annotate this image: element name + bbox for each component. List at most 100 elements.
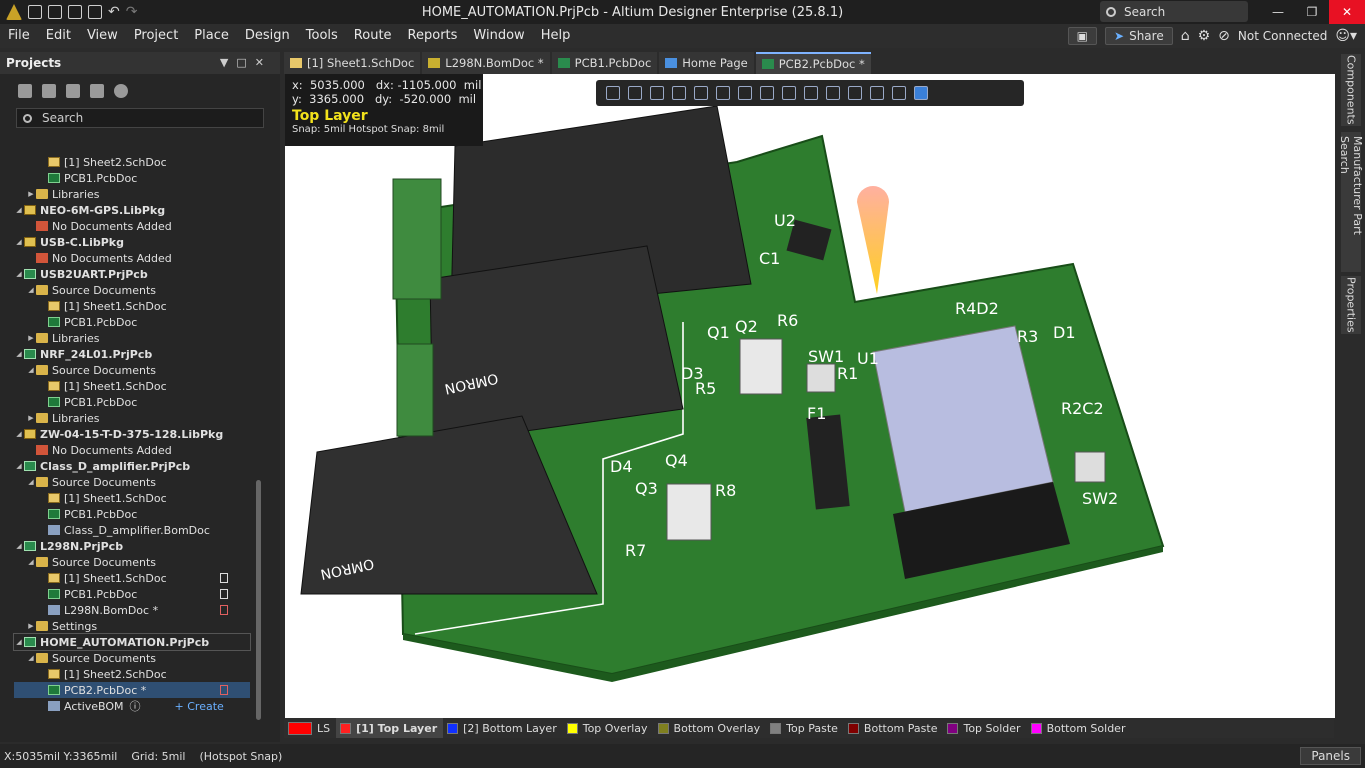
expand-arrow-icon[interactable]: ◢ bbox=[14, 350, 24, 358]
tree-item[interactable]: ◢ Source Documents bbox=[14, 282, 250, 298]
component-icon[interactable] bbox=[716, 86, 730, 100]
collapse-arrow-icon[interactable]: ▶ bbox=[26, 414, 36, 422]
expand-arrow-icon[interactable]: ◢ bbox=[14, 206, 24, 214]
pcb-3d-canvas[interactable]: x: 5035.000 dx: -1105.000 mil y: 3365.00… bbox=[285, 74, 1335, 718]
new-document-icon[interactable] bbox=[42, 84, 56, 98]
tree-item[interactable]: ▶ Libraries bbox=[14, 186, 250, 202]
settings-gear-icon[interactable] bbox=[114, 84, 128, 98]
menu-file[interactable]: File bbox=[0, 24, 38, 48]
tree-item[interactable]: No Documents Added bbox=[14, 250, 250, 266]
add-comment-button[interactable]: ▣ bbox=[1067, 27, 1098, 45]
global-search-input[interactable]: Search bbox=[1100, 1, 1248, 22]
tree-item[interactable]: PCB1.PcbDoc bbox=[14, 506, 250, 522]
collapse-arrow-icon[interactable]: ▶ bbox=[26, 622, 36, 630]
layer-tab[interactable]: [1] Top Layer bbox=[336, 718, 444, 738]
connection-status[interactable]: Not Connected bbox=[1238, 29, 1327, 43]
tree-item[interactable]: ◢ Class_D_amplifier.PrjPcb bbox=[14, 458, 250, 474]
expand-arrow-icon[interactable]: ◢ bbox=[14, 270, 24, 278]
menu-place[interactable]: Place bbox=[186, 24, 237, 48]
expand-arrow-icon[interactable]: ◢ bbox=[14, 430, 24, 438]
tree-item[interactable]: [1] Sheet1.SchDoc bbox=[14, 378, 250, 394]
layer-tab[interactable]: Bottom Paste bbox=[844, 718, 944, 738]
layer-tab[interactable]: Bottom Overlay bbox=[654, 718, 767, 738]
project-options-icon[interactable] bbox=[90, 84, 104, 98]
expand-arrow-icon[interactable]: ◢ bbox=[14, 238, 24, 246]
text-icon[interactable] bbox=[870, 86, 884, 100]
align-icon[interactable] bbox=[694, 86, 708, 100]
collapse-arrow-icon[interactable]: ▶ bbox=[26, 190, 36, 198]
menu-design[interactable]: Design bbox=[237, 24, 298, 48]
select-rectangle-icon[interactable] bbox=[672, 86, 686, 100]
layer-tab[interactable]: Bottom Solder bbox=[1027, 718, 1132, 738]
polygon-icon[interactable] bbox=[804, 86, 818, 100]
document-tab[interactable]: Home Page bbox=[659, 52, 754, 74]
layer-tab[interactable]: Top Paste bbox=[766, 718, 844, 738]
magnet-icon[interactable] bbox=[628, 86, 642, 100]
menu-edit[interactable]: Edit bbox=[38, 24, 79, 48]
document-tab[interactable]: [1] Sheet1.SchDoc bbox=[284, 52, 421, 74]
layer-tab[interactable]: LS bbox=[284, 718, 336, 738]
tree-item[interactable]: ◢ L298N.PrjPcb bbox=[14, 538, 250, 554]
expand-arrow-icon[interactable]: ◢ bbox=[26, 286, 36, 294]
scrollbar-thumb[interactable] bbox=[256, 480, 261, 720]
tree-item[interactable]: [1] Sheet1.SchDoc bbox=[14, 298, 250, 314]
save-project-icon[interactable] bbox=[18, 84, 32, 98]
tree-item[interactable]: ◢ Source Documents bbox=[14, 474, 250, 490]
close-button[interactable]: ✕ bbox=[1329, 0, 1365, 24]
tree-item[interactable]: ◢ Source Documents bbox=[14, 362, 250, 378]
tree-item[interactable]: L298N.BomDoc * bbox=[14, 602, 250, 618]
tree-item[interactable]: [1] Sheet2.SchDoc bbox=[14, 154, 250, 170]
tree-item[interactable]: ◢ NRF_24L01.PrjPcb bbox=[14, 346, 250, 362]
tree-item[interactable]: ◢ Source Documents bbox=[14, 554, 250, 570]
restore-button[interactable]: ❐ bbox=[1295, 0, 1329, 24]
panels-button[interactable]: Panels bbox=[1300, 747, 1361, 765]
menu-reports[interactable]: Reports bbox=[400, 24, 466, 48]
crosshair-icon[interactable] bbox=[650, 86, 664, 100]
region-icon[interactable] bbox=[826, 86, 840, 100]
layer-tab[interactable]: [2] Bottom Layer bbox=[443, 718, 563, 738]
share-button[interactable]: ➤ Share bbox=[1105, 27, 1173, 45]
line-icon[interactable] bbox=[892, 86, 906, 100]
menu-route[interactable]: Route bbox=[346, 24, 400, 48]
user-account-icon[interactable]: ☺▾ bbox=[1335, 28, 1357, 44]
via-icon[interactable] bbox=[782, 86, 796, 100]
document-tab[interactable]: PCB1.PcbDoc bbox=[551, 52, 658, 74]
tree-item[interactable]: ◢ USB2UART.PrjPcb bbox=[14, 266, 250, 282]
tree-item[interactable]: ActiveBOM ⓘ + Create bbox=[14, 698, 250, 714]
expand-arrow-icon[interactable]: ◢ bbox=[26, 366, 36, 374]
open-project-icon[interactable] bbox=[66, 84, 80, 98]
help-icon[interactable]: ⓘ bbox=[130, 698, 141, 714]
expand-arrow-icon[interactable]: ◢ bbox=[26, 558, 36, 566]
tree-item[interactable]: ◢ NEO-6M-GPS.LibPkg bbox=[14, 202, 250, 218]
tree-item[interactable]: ◢ Source Documents bbox=[14, 650, 250, 666]
home-icon[interactable]: ⌂ bbox=[1181, 28, 1190, 44]
tree-item[interactable]: [1] Sheet1.SchDoc bbox=[14, 490, 250, 506]
tree-item[interactable]: ◢ ZW-04-15-T-D-375-128.LibPkg bbox=[14, 426, 250, 442]
diff-pair-icon[interactable] bbox=[760, 86, 774, 100]
expand-arrow-icon[interactable]: ◢ bbox=[14, 638, 24, 646]
expand-arrow-icon[interactable]: ◢ bbox=[14, 542, 24, 550]
project-tree-scrollbar[interactable] bbox=[255, 152, 263, 722]
redo-icon[interactable]: ↷ bbox=[126, 5, 138, 19]
menu-window[interactable]: Window bbox=[465, 24, 532, 48]
tree-item[interactable]: No Documents Added bbox=[14, 218, 250, 234]
menu-view[interactable]: View bbox=[79, 24, 126, 48]
3d-body-icon[interactable] bbox=[914, 86, 928, 100]
components-panel-tab[interactable]: Components bbox=[1341, 54, 1361, 126]
tree-item[interactable]: ▶ Libraries bbox=[14, 330, 250, 346]
tree-item[interactable]: ◢ USB-C.LibPkg bbox=[14, 234, 250, 250]
minimize-button[interactable]: — bbox=[1261, 0, 1295, 24]
tree-item[interactable]: PCB1.PcbDoc bbox=[14, 586, 250, 602]
new-document-icon[interactable] bbox=[68, 5, 82, 19]
save-icon[interactable] bbox=[28, 5, 42, 19]
document-tab[interactable]: L298N.BomDoc * bbox=[422, 52, 550, 74]
layer-tab[interactable]: Top Overlay bbox=[563, 718, 654, 738]
menu-tools[interactable]: Tools bbox=[298, 24, 346, 48]
create-bom-link[interactable]: + Create bbox=[175, 700, 224, 713]
collapse-arrow-icon[interactable]: ▶ bbox=[26, 334, 36, 342]
tree-item[interactable]: PCB1.PcbDoc bbox=[14, 314, 250, 330]
expand-arrow-icon[interactable]: ◢ bbox=[14, 462, 24, 470]
manufacturer-part-search-tab[interactable]: Manufacturer Part Search bbox=[1338, 132, 1364, 272]
document-tab[interactable]: PCB2.PcbDoc * bbox=[755, 52, 871, 74]
tree-item[interactable]: [1] Sheet1.SchDoc bbox=[14, 570, 250, 586]
